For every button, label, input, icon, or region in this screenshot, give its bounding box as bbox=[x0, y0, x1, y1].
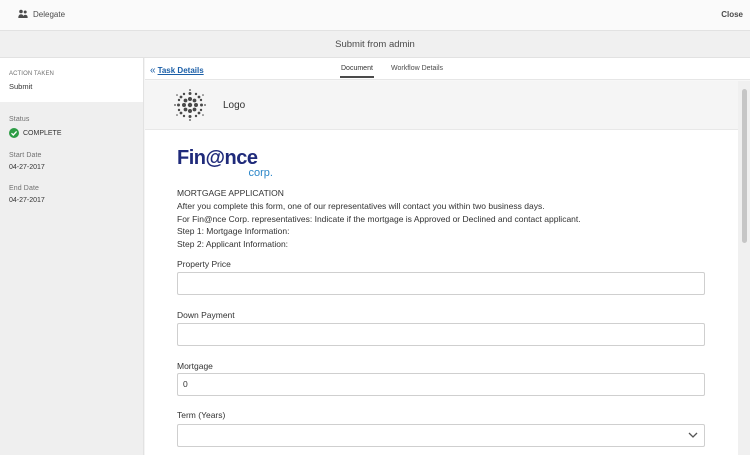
delegate-icon bbox=[18, 9, 28, 18]
top-bar: Delegate Close bbox=[0, 0, 750, 31]
form-header: Logo bbox=[145, 81, 738, 130]
intro-line: Step 2: Applicant Information: bbox=[177, 239, 289, 250]
start-date-label: Start Date bbox=[9, 152, 42, 159]
term-years-select[interactable] bbox=[177, 424, 705, 447]
action-taken-box: ACTION TAKEN Submit bbox=[0, 58, 143, 102]
status-badge: COMPLETE bbox=[9, 128, 134, 138]
end-date-value: 04-27-2017 bbox=[9, 197, 45, 204]
end-date-label: End Date bbox=[9, 185, 39, 192]
tab-document[interactable]: Document bbox=[340, 65, 374, 78]
mortgage-input[interactable]: 0 bbox=[177, 373, 705, 396]
document-scrollbar[interactable] bbox=[738, 81, 750, 455]
close-button[interactable]: Close bbox=[721, 10, 743, 19]
status-label: Status bbox=[9, 116, 30, 123]
main-panel: « Task Details Document Workflow Details bbox=[145, 58, 750, 455]
page-title: Submit from admin bbox=[0, 31, 750, 58]
tab-workflow-details[interactable]: Workflow Details bbox=[391, 65, 443, 72]
term-years-label: Term (Years) bbox=[177, 410, 226, 420]
finance-corp-logo: Fin@nce corp. bbox=[177, 148, 279, 185]
task-details-label: Task Details bbox=[157, 66, 204, 75]
action-taken-label: ACTION TAKEN bbox=[9, 71, 54, 77]
form-intro: MORTGAGE APPLICATION After you complete … bbox=[177, 187, 581, 251]
intro-line: For Fin@nce Corp. representatives: Indic… bbox=[177, 213, 581, 224]
start-date-section: Start Date 04-27-2017 bbox=[0, 152, 143, 171]
mortgage-label: Mortgage bbox=[177, 361, 213, 371]
task-details-link[interactable]: « Task Details bbox=[150, 65, 204, 76]
down-payment-input[interactable] bbox=[177, 323, 705, 346]
document-viewer: Logo Fin@nce corp. MORTGAGE APPLICATION … bbox=[145, 81, 738, 455]
logo-label: Logo bbox=[223, 100, 246, 111]
status-value: COMPLETE bbox=[23, 129, 62, 137]
logo-dots-icon bbox=[174, 89, 206, 121]
intro-line: After you complete this form, one of our… bbox=[177, 200, 545, 211]
brand-sub: corp. bbox=[248, 167, 273, 179]
intro-line: MORTGAGE APPLICATION bbox=[177, 188, 284, 198]
start-date-value: 04-27-2017 bbox=[9, 164, 45, 171]
property-price-label: Property Price bbox=[177, 259, 231, 269]
task-sidebar: ACTION TAKEN Submit Status COMPLETE Star… bbox=[0, 58, 144, 455]
brand-main: Fin@nce bbox=[177, 147, 258, 169]
double-chevron-left-icon: « bbox=[150, 65, 156, 76]
chevron-down-icon bbox=[688, 432, 698, 438]
status-section: Status COMPLETE bbox=[0, 116, 143, 138]
down-payment-label: Down Payment bbox=[177, 310, 235, 320]
action-taken-value: Submit bbox=[9, 82, 33, 91]
property-price-input[interactable] bbox=[177, 272, 705, 295]
scrollbar-thumb[interactable] bbox=[742, 89, 747, 243]
check-circle-icon bbox=[9, 128, 19, 138]
end-date-section: End Date 04-27-2017 bbox=[0, 185, 143, 204]
tabs-row: « Task Details Document Workflow Details bbox=[145, 58, 750, 80]
delegate-button[interactable]: Delegate bbox=[18, 9, 65, 19]
intro-line: Step 1: Mortgage Information: bbox=[177, 226, 290, 237]
delegate-label: Delegate bbox=[33, 9, 66, 19]
